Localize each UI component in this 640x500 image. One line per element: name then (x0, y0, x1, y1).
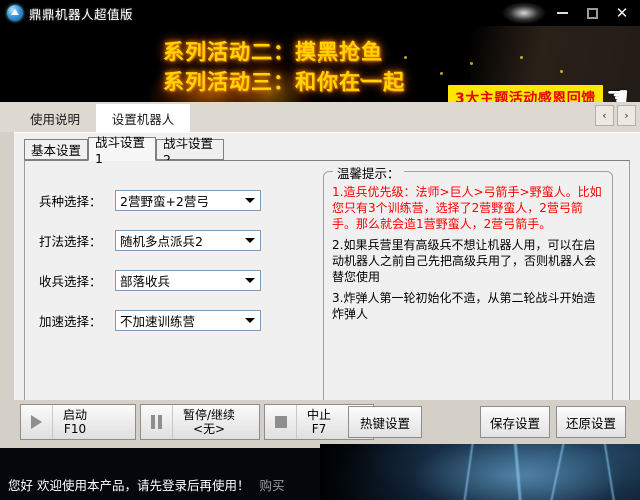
window-title: 鼎鼎机器人超值版 (29, 6, 134, 22)
form-row-boost: 加速选择： 不加速训练营 (39, 309, 261, 331)
start-button-label: 启动 F10 (53, 405, 97, 439)
banner-spark (470, 62, 473, 65)
action-button-bar: 启动 F10 暂停/继续 <无> 中止 F7 热键设置 保存设置 还原设置 (14, 400, 640, 444)
status-bar: 您好 欢迎使用本产品，请先登录后再使用！ 购买 (0, 475, 640, 494)
subtab-battle-settings-2[interactable]: 战斗设置2 (156, 136, 224, 167)
status-message: 您好 欢迎使用本产品，请先登录后再使用！ (8, 478, 250, 493)
hand-pointer-icon: ☚ (606, 82, 630, 102)
tips-group-box: 温馨提示： 1.造兵优先级：法师>巨人>弓箭手>野蛮人。比如您只有3个训练营，选… (323, 163, 613, 419)
subtab-label: 战斗设置1 (95, 135, 146, 166)
boost-label: 加速选择： (39, 313, 102, 329)
pause-icon (141, 405, 173, 439)
pause-button-line1: 暂停/继续 (183, 408, 236, 422)
subtab-label: 基本设置 (31, 143, 82, 158)
minimize-icon (556, 12, 568, 14)
restore-settings-label: 还原设置 (565, 415, 616, 431)
start-button-line1: 启动 (63, 408, 88, 422)
tab-usage-instructions[interactable]: 使用说明 (14, 104, 96, 132)
tips-title: 温馨提示： (333, 163, 404, 182)
boost-select[interactable]: 不加速训练营 (115, 309, 261, 331)
tab-label: 使用说明 (29, 111, 80, 127)
banner-headline-2: 系列活动三：和你在一起 (163, 70, 405, 94)
chevron-down-icon (245, 237, 255, 243)
banner-headline-1: 系列活动二：摸黑抢鱼 (163, 40, 383, 64)
banner-spark (440, 72, 443, 75)
start-button-line2: F10 (63, 422, 87, 436)
pause-button-label: 暂停/继续 <无> (173, 405, 245, 439)
tab-robot-settings[interactable]: 设置机器人 (96, 104, 190, 132)
hotkey-settings-label: 热键设置 (359, 415, 410, 431)
tactic-value: 随机多点派兵2 (120, 233, 203, 249)
maximize-icon (586, 7, 598, 19)
title-bar: 鼎鼎机器人超值版 ✕ (0, 0, 640, 26)
form-row-retreat: 收兵选择： 部落收兵 (39, 269, 261, 291)
tip-item-1: 1.造兵优先级：法师>巨人>弓箭手>野蛮人。比如您只有3个训练营，选择了2营野蛮… (332, 185, 602, 231)
pause-resume-button[interactable]: 暂停/继续 <无> (140, 404, 260, 440)
chevron-left-icon: ‹ (602, 109, 607, 122)
chevron-down-icon (245, 197, 255, 203)
tab-label: 设置机器人 (111, 111, 175, 127)
banner-badge[interactable]: 3大主题活动感恩回馈 (448, 85, 603, 102)
stop-button-line1: 中止 (307, 408, 332, 422)
retreat-label: 收兵选择： (39, 273, 102, 289)
subtab-battle-settings-1[interactable]: 战斗设置1 (88, 135, 156, 166)
tab-scroll-prev-button[interactable]: ‹ (595, 105, 614, 126)
banner-spark (560, 70, 563, 73)
tip-item-2: 2.如果兵营里有高级兵不想让机器人用，可以在启动机器人之前自己先把高级兵用了，否… (332, 238, 597, 284)
tip-item-3: 3.炸弹人第一轮初始化不造，从第二轮战斗开始造炸弹人 (332, 291, 596, 321)
maximize-button[interactable] (578, 2, 606, 24)
play-icon (21, 405, 53, 439)
form-row-tactic: 打法选择： 随机多点派兵2 (39, 229, 261, 251)
stop-button-label: 中止 F7 (297, 405, 341, 439)
tab-nav-buttons: ‹ › (595, 105, 636, 126)
subtab-basic-settings[interactable]: 基本设置 (24, 139, 88, 160)
retreat-select[interactable]: 部落收兵 (115, 269, 261, 291)
close-button[interactable]: ✕ (608, 2, 636, 24)
titlebar-glow-icon (502, 2, 546, 24)
restore-settings-button[interactable]: 还原设置 (556, 406, 626, 438)
tactic-label: 打法选择： (39, 233, 102, 249)
bottom-artwork-area: 您好 欢迎使用本产品，请先登录后再使用！ 购买 (0, 444, 640, 500)
tactic-select[interactable]: 随机多点派兵2 (115, 229, 261, 251)
start-button[interactable]: 启动 F10 (20, 404, 136, 440)
sub-tab-body: 兵种选择： 2营野蛮+2营弓 打法选择： 随机多点派兵2 收兵选择： 部落收兵 … (24, 160, 630, 434)
buy-link[interactable]: 购买 (259, 475, 284, 494)
boost-value: 不加速训练营 (120, 313, 196, 329)
app-logo-icon (7, 5, 23, 21)
chevron-right-icon: › (624, 109, 629, 122)
close-icon: ✕ (615, 3, 629, 22)
troop-type-label: 兵种选择： (39, 193, 102, 209)
window-controls: ✕ (502, 0, 636, 26)
application-window: 鼎鼎机器人超值版 ✕ 系列活动二：摸黑抢鱼 系列活动三：和你在一起 3大主题活动… (0, 0, 640, 500)
save-settings-label: 保存设置 (489, 415, 540, 431)
pause-button-line2: <无> (192, 422, 226, 436)
stop-icon (265, 405, 297, 439)
chevron-down-icon (245, 277, 255, 283)
main-tab-strip: 使用说明 设置机器人 ‹ › (0, 102, 640, 132)
main-panel: 使用说明 设置机器人 ‹ › 基本设置 战斗设置1 战斗设置2 兵种选择： 2营… (0, 102, 640, 444)
tab-content-area: 基本设置 战斗设置1 战斗设置2 兵种选择： 2营野蛮+2营弓 打法选择： 随机… (14, 132, 640, 444)
promo-banner[interactable]: 系列活动二：摸黑抢鱼 系列活动三：和你在一起 3大主题活动感恩回馈 ☚ (0, 26, 640, 102)
retreat-value: 部落收兵 (120, 273, 171, 289)
banner-spark (520, 56, 523, 59)
tips-body: 1.造兵优先级：法师>巨人>弓箭手>野蛮人。比如您只有3个训练营，选择了2营野蛮… (332, 184, 604, 327)
tab-scroll-next-button[interactable]: › (617, 105, 636, 126)
troop-type-select[interactable]: 2营野蛮+2营弓 (115, 189, 261, 211)
stop-button-line2: F7 (311, 422, 327, 436)
save-settings-button[interactable]: 保存设置 (480, 406, 550, 438)
chevron-down-icon (245, 317, 255, 323)
form-row-troop-type: 兵种选择： 2营野蛮+2营弓 (39, 189, 261, 211)
minimize-button[interactable] (548, 2, 576, 24)
troop-type-value: 2营野蛮+2营弓 (120, 193, 209, 209)
banner-spark (404, 56, 407, 59)
hotkey-settings-button[interactable]: 热键设置 (348, 406, 422, 438)
